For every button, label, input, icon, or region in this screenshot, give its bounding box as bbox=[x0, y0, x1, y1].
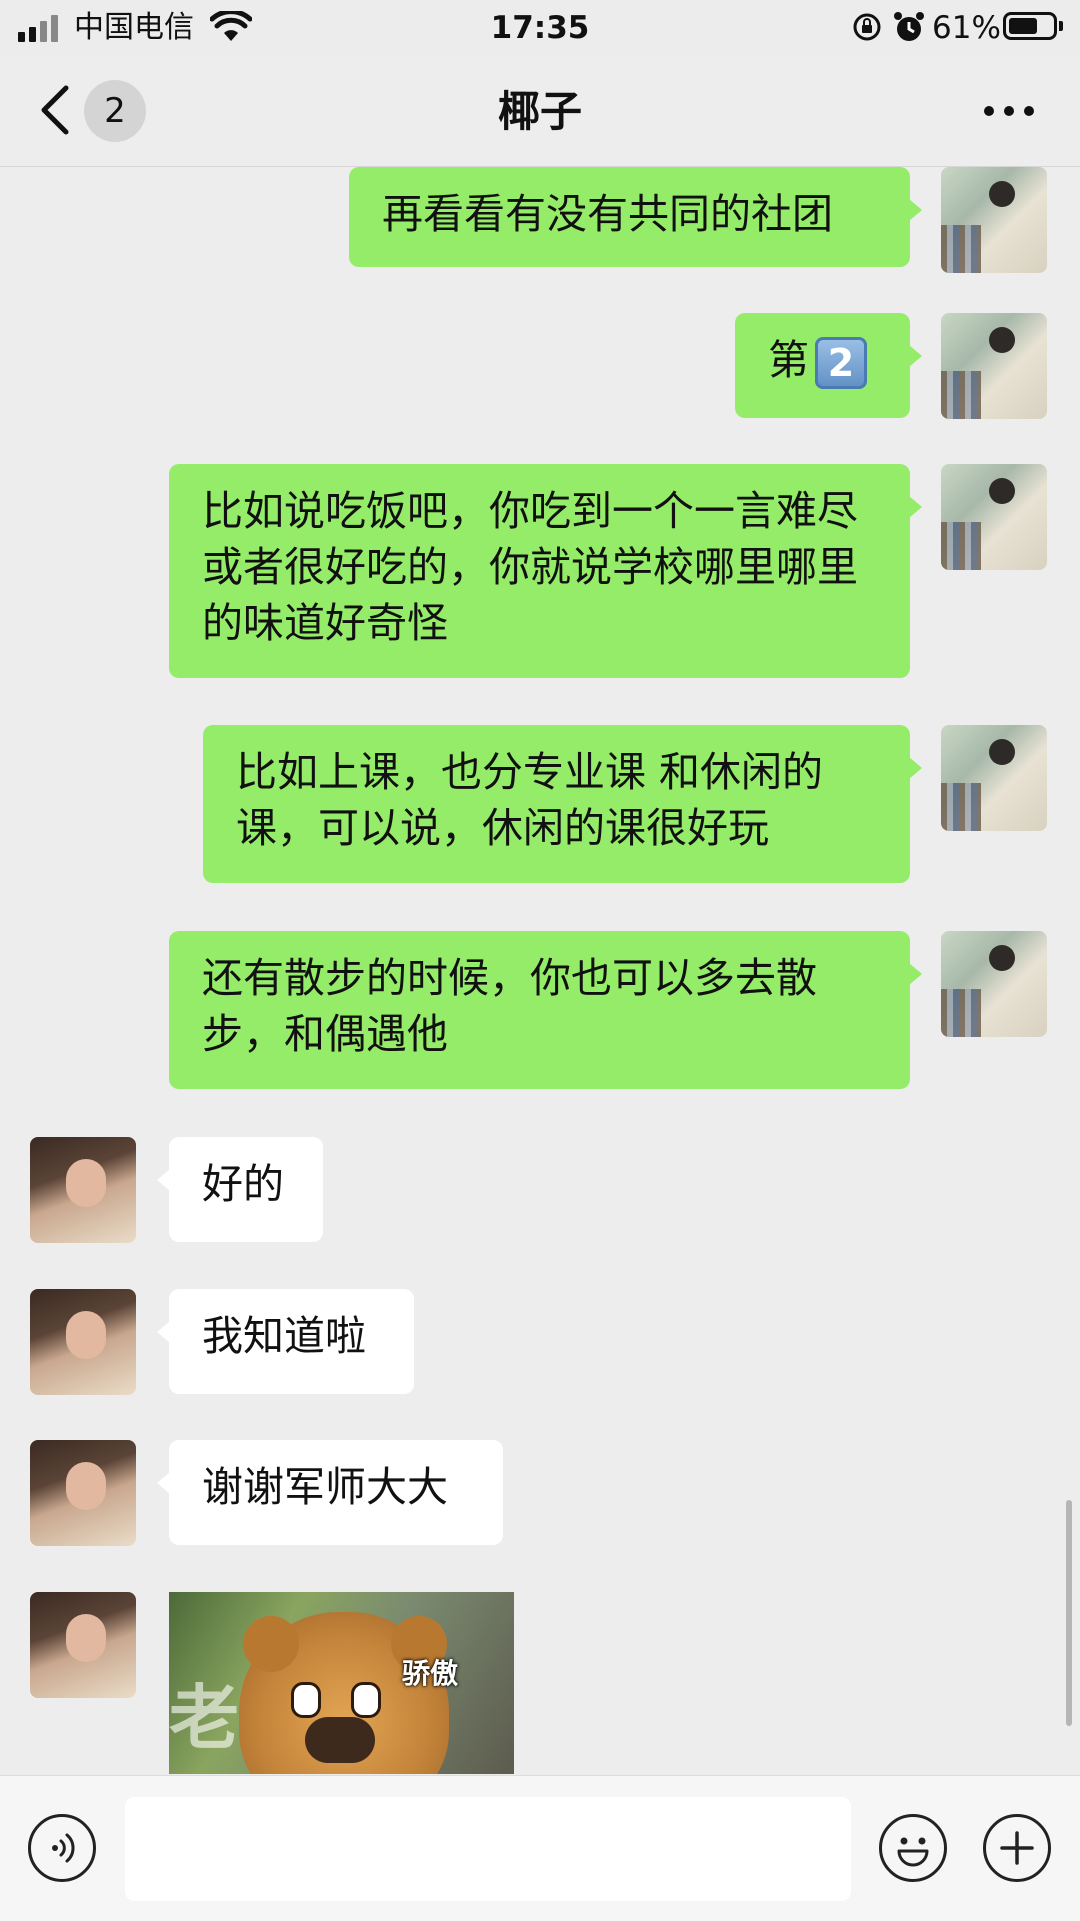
my-message-bubble[interactable]: 还有散步的时候，你也可以多去散步，和偶遇他 bbox=[169, 931, 922, 1089]
my-avatar[interactable] bbox=[941, 725, 1047, 831]
voice-icon bbox=[52, 1833, 75, 1863]
contact-message-bubble[interactable]: 好的 bbox=[157, 1137, 323, 1242]
message-list[interactable]: 再看看有没有共同的社团 第2 比如说吃饭吧，你吃到一个一言难尽或者很好吃的，你就… bbox=[0, 167, 1080, 1774]
my-avatar[interactable] bbox=[941, 931, 1047, 1037]
sticker-caption: 骄傲 bbox=[402, 1657, 459, 1690]
chat-header: 2 椰子 bbox=[0, 56, 1080, 167]
message-input[interactable] bbox=[125, 1797, 851, 1901]
battery-percent: 61% bbox=[932, 10, 1001, 46]
my-avatar[interactable] bbox=[941, 464, 1047, 570]
my-message-bubble[interactable]: 第2 bbox=[735, 313, 922, 418]
plus-icon bbox=[1000, 1831, 1034, 1865]
rotation-lock-icon bbox=[853, 13, 881, 41]
my-message-bubble[interactable]: 再看看有没有共同的社团 bbox=[349, 167, 922, 267]
contact-avatar[interactable] bbox=[30, 1440, 136, 1546]
contact-message-bubble[interactable]: 我知道啦 bbox=[157, 1289, 414, 1394]
contact-avatar[interactable] bbox=[30, 1592, 136, 1698]
input-bar bbox=[0, 1775, 1080, 1921]
my-message-bubble[interactable]: 比如上课，也分专业课 和休闲的课，可以说，休闲的课很好玩 bbox=[203, 725, 922, 883]
sticker-background-text: 老 bbox=[169, 1677, 239, 1759]
scrollbar[interactable] bbox=[1066, 1500, 1072, 1726]
contact-avatar[interactable] bbox=[30, 1289, 136, 1395]
my-avatar[interactable] bbox=[941, 167, 1047, 273]
battery-icon bbox=[1003, 12, 1063, 40]
plus-button[interactable] bbox=[983, 1814, 1051, 1882]
status-bar: 中国电信 17:35 61% bbox=[0, 0, 1080, 56]
more-icon[interactable] bbox=[984, 106, 1034, 116]
chat-title: 椰子 bbox=[497, 87, 582, 136]
alarm-icon bbox=[894, 12, 924, 41]
bear-face bbox=[239, 1612, 449, 1774]
voice-button[interactable] bbox=[28, 1814, 96, 1882]
bear-sticker[interactable]: 老 骄傲 bbox=[169, 1592, 514, 1774]
message-text: 第 bbox=[768, 336, 809, 384]
contact-message-bubble[interactable]: 谢谢军师大大 bbox=[157, 1440, 503, 1545]
keycap-2-emoji: 2 bbox=[815, 337, 867, 389]
my-avatar[interactable] bbox=[941, 313, 1047, 419]
emoji-icon bbox=[897, 1837, 929, 1867]
contact-avatar[interactable] bbox=[30, 1137, 136, 1243]
emoji-button[interactable] bbox=[879, 1814, 947, 1882]
my-message-bubble[interactable]: 比如说吃饭吧，你吃到一个一言难尽或者很好吃的，你就说学校哪里哪里的味道好奇怪 bbox=[169, 464, 922, 678]
